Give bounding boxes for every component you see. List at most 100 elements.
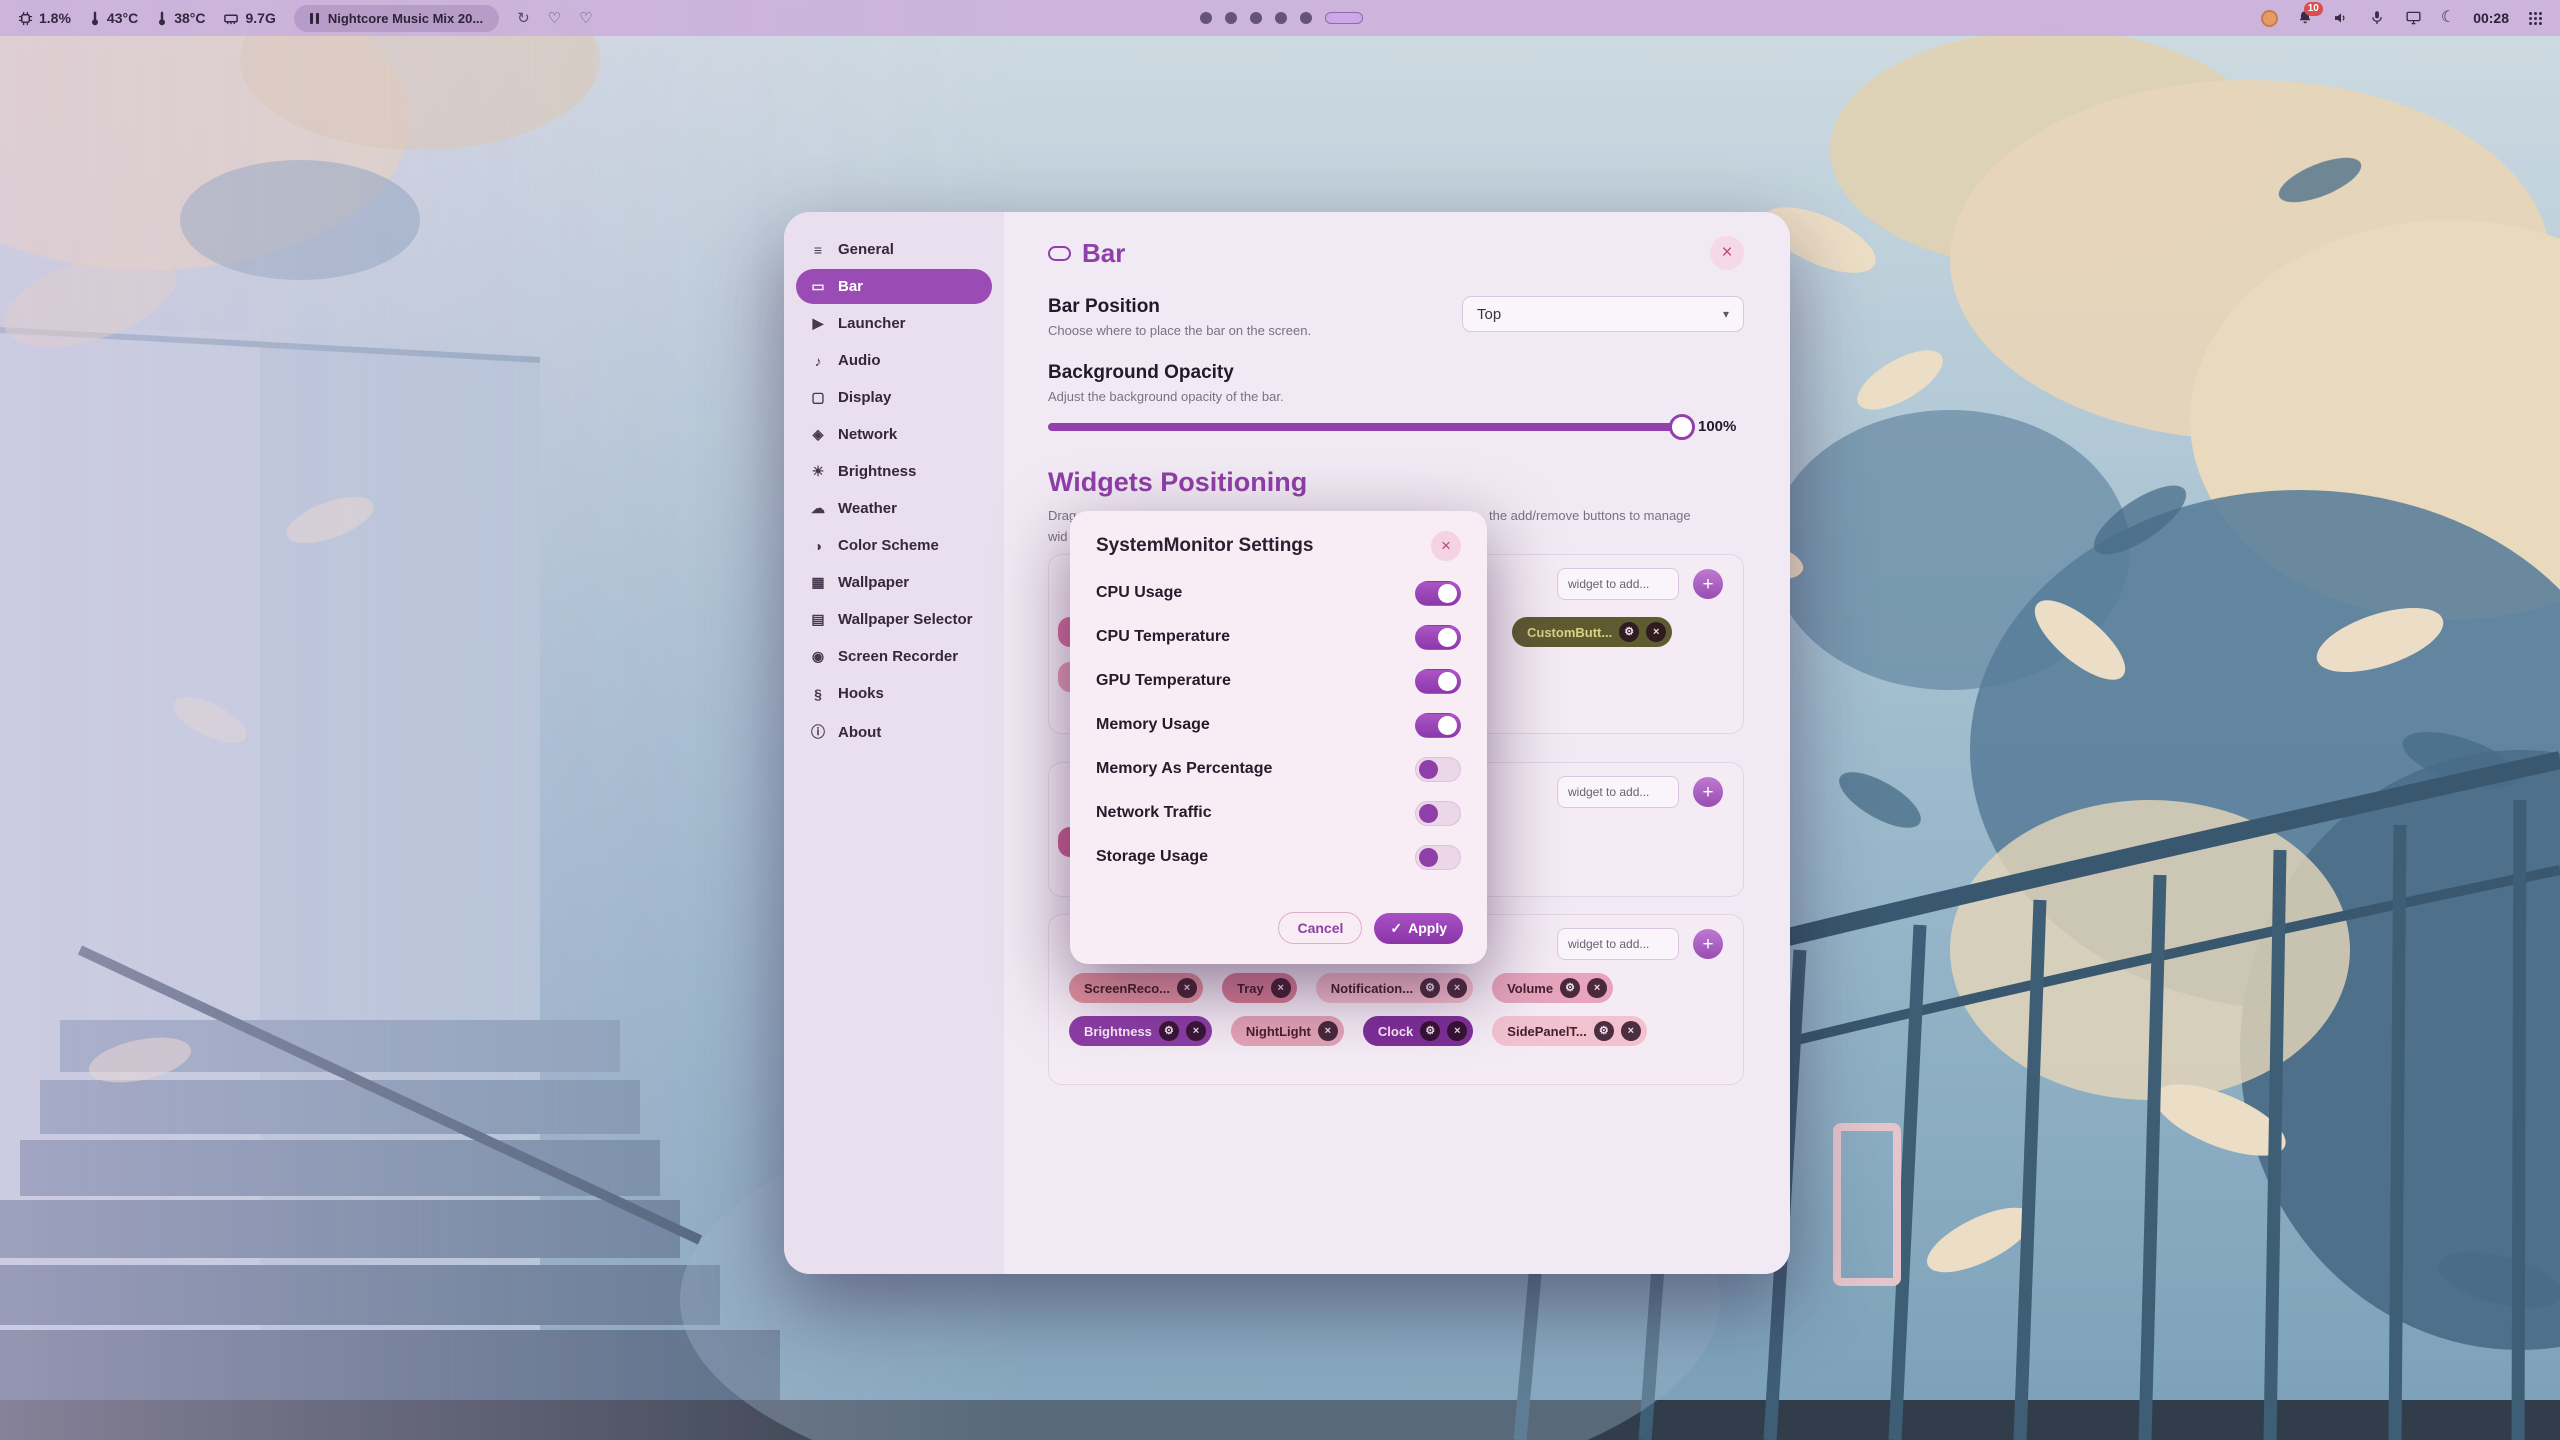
- sidebar-item[interactable]: ⓘ About: [796, 713, 992, 751]
- microphone-button[interactable]: [2368, 9, 2386, 27]
- opacity-slider-handle[interactable]: [1669, 414, 1695, 440]
- sidebar-item[interactable]: ▶ Launcher: [796, 306, 992, 341]
- add-widget-button[interactable]: +: [1693, 777, 1723, 807]
- modal-footer: Cancel ✓ Apply: [1278, 912, 1463, 944]
- toggle-switch[interactable]: [1415, 581, 1461, 606]
- widget-settings-gear-icon[interactable]: ⚙: [1619, 622, 1639, 642]
- widget-add-dropdown[interactable]: widget to add...: [1557, 928, 1679, 960]
- add-widget-button[interactable]: +: [1693, 929, 1723, 959]
- sidebar-item[interactable]: ◑ Color Scheme: [796, 528, 992, 563]
- widget-chip[interactable]: ScreenReco... ⚙ ×: [1069, 973, 1203, 1003]
- app-grid-button[interactable]: [2527, 10, 2544, 27]
- toggle-switch[interactable]: [1415, 801, 1461, 826]
- widget-chip[interactable]: Brightness ⚙ ×: [1069, 1016, 1212, 1046]
- widget-add-dropdown[interactable]: widget to add...: [1557, 568, 1679, 600]
- screen-button[interactable]: [2404, 9, 2423, 27]
- media-repeat-icon[interactable]: ↻: [517, 11, 530, 26]
- sidebar-item-icon: ☀: [809, 463, 827, 480]
- workspace-dot[interactable]: [1300, 12, 1312, 24]
- sidebar-item[interactable]: ≡ General: [796, 232, 992, 267]
- widget-chip[interactable]: Clock ⚙ ×: [1363, 1016, 1473, 1046]
- sidebar-item[interactable]: ▭ Bar: [796, 269, 992, 304]
- apply-button[interactable]: ✓ Apply: [1374, 913, 1463, 944]
- sidebar-item[interactable]: ◉ Screen Recorder: [796, 639, 992, 674]
- sidebar-item[interactable]: ▦ Wallpaper: [796, 565, 992, 600]
- toggle-switch[interactable]: [1415, 757, 1461, 782]
- widget-add-placeholder: widget to add...: [1568, 937, 1649, 951]
- description-fragment: the add/remove buttons to manage: [1489, 508, 1691, 523]
- cpu-temp-value: 43°C: [107, 10, 138, 26]
- widget-chip[interactable]: Tray ⚙ ×: [1222, 973, 1297, 1003]
- widget-remove-icon[interactable]: ×: [1447, 978, 1467, 998]
- sidebar-item-label: Wallpaper Selector: [838, 611, 973, 628]
- widget-chip-label: Clock: [1378, 1024, 1413, 1039]
- widget-remove-icon[interactable]: ×: [1587, 978, 1607, 998]
- workspace-active-pill[interactable]: [1325, 12, 1363, 24]
- workspace-dot[interactable]: [1225, 12, 1237, 24]
- sidebar-item[interactable]: ♪ Audio: [796, 343, 992, 378]
- toggle-row: Memory As Percentage: [1096, 747, 1461, 791]
- page-title: Bar: [1048, 238, 1125, 269]
- widget-chip[interactable]: SidePanelT... ⚙ ×: [1492, 1016, 1646, 1046]
- media-player-pill[interactable]: Nightcore Music Mix 20...: [294, 5, 499, 32]
- toggle-switch[interactable]: [1415, 713, 1461, 738]
- add-widget-button[interactable]: +: [1693, 569, 1723, 599]
- cancel-button[interactable]: Cancel: [1278, 912, 1362, 944]
- widget-remove-icon[interactable]: ×: [1447, 1021, 1467, 1041]
- sidebar-item[interactable]: ▤ Wallpaper Selector: [796, 602, 992, 637]
- widget-settings-gear-icon[interactable]: ⚙: [1560, 978, 1580, 998]
- sidebar-item[interactable]: ☁ Weather: [796, 491, 992, 526]
- window-close-button[interactable]: ×: [1710, 236, 1744, 270]
- sidebar-item[interactable]: § Hooks: [796, 676, 992, 711]
- clock[interactable]: 00:28: [2473, 10, 2509, 26]
- toggle-label: GPU Temperature: [1096, 672, 1231, 690]
- sidebar-item[interactable]: ☀ Brightness: [796, 454, 992, 489]
- night-light-icon[interactable]: ☾: [2441, 10, 2455, 26]
- widget-settings-gear-icon[interactable]: ⚙: [1159, 1021, 1179, 1041]
- widget-chip[interactable]: NightLight ⚙ ×: [1231, 1016, 1344, 1046]
- widget-chip[interactable]: CustomButt... ⚙ ×: [1512, 617, 1672, 647]
- background-opacity-label: Background Opacity: [1048, 362, 1744, 384]
- sidebar-item[interactable]: ◈ Network: [796, 417, 992, 452]
- memory-value: 9.7G: [245, 10, 275, 26]
- widget-chip[interactable]: Volume ⚙ ×: [1492, 973, 1613, 1003]
- volume-button[interactable]: [2332, 9, 2350, 27]
- sidebar-item-label: Wallpaper: [838, 574, 909, 591]
- workspace-dot[interactable]: [1250, 12, 1262, 24]
- widget-settings-gear-icon[interactable]: ⚙: [1420, 1021, 1440, 1041]
- workspace-dot[interactable]: [1200, 12, 1212, 24]
- bar-position-dropdown[interactable]: Top ▾: [1462, 296, 1744, 332]
- modal-close-button[interactable]: ×: [1431, 531, 1461, 561]
- widget-remove-icon[interactable]: ×: [1177, 978, 1197, 998]
- media-favorite-icon[interactable]: ♡: [579, 11, 592, 26]
- tray-app-icon[interactable]: [2261, 10, 2278, 27]
- widget-chip-label: Volume: [1507, 981, 1553, 996]
- widget-remove-icon[interactable]: ×: [1318, 1021, 1338, 1041]
- widget-remove-icon[interactable]: ×: [1646, 622, 1666, 642]
- widget-settings-gear-icon[interactable]: ⚙: [1594, 1021, 1614, 1041]
- sidebar-item[interactable]: ▢ Display: [796, 380, 992, 415]
- toggle-row: Memory Usage: [1096, 703, 1461, 747]
- widget-chip-label: Notification...: [1331, 981, 1413, 996]
- cpu-usage-stat: 1.8%: [18, 10, 71, 26]
- workspace-dot[interactable]: [1275, 12, 1287, 24]
- opacity-slider[interactable]: [1048, 423, 1682, 431]
- widget-settings-gear-icon[interactable]: ⚙: [1420, 978, 1440, 998]
- toggle-switch[interactable]: [1415, 845, 1461, 870]
- toggle-switch[interactable]: [1415, 669, 1461, 694]
- widget-chip[interactable]: Notification... ⚙ ×: [1316, 973, 1473, 1003]
- sidebar-item-label: Launcher: [838, 315, 906, 332]
- sidebar-item-label: About: [838, 724, 881, 741]
- widget-remove-icon[interactable]: ×: [1621, 1021, 1641, 1041]
- sidebar-item-label: Display: [838, 389, 891, 406]
- widget-add-dropdown[interactable]: widget to add...: [1557, 776, 1679, 808]
- toggle-switch[interactable]: [1415, 625, 1461, 650]
- widget-remove-icon[interactable]: ×: [1271, 978, 1291, 998]
- settings-sidebar: ≡ General ▭ Bar ▶ Launcher ♪ Audio ▢ Dis…: [784, 212, 1004, 1274]
- background-opacity-description: Adjust the background opacity of the bar…: [1048, 389, 1744, 404]
- notifications-button[interactable]: 10: [2296, 9, 2314, 27]
- sidebar-item-label: Audio: [838, 352, 881, 369]
- widget-remove-icon[interactable]: ×: [1186, 1021, 1206, 1041]
- media-like-icon[interactable]: ♡: [548, 11, 561, 26]
- widget-chip-label: Brightness: [1084, 1024, 1152, 1039]
